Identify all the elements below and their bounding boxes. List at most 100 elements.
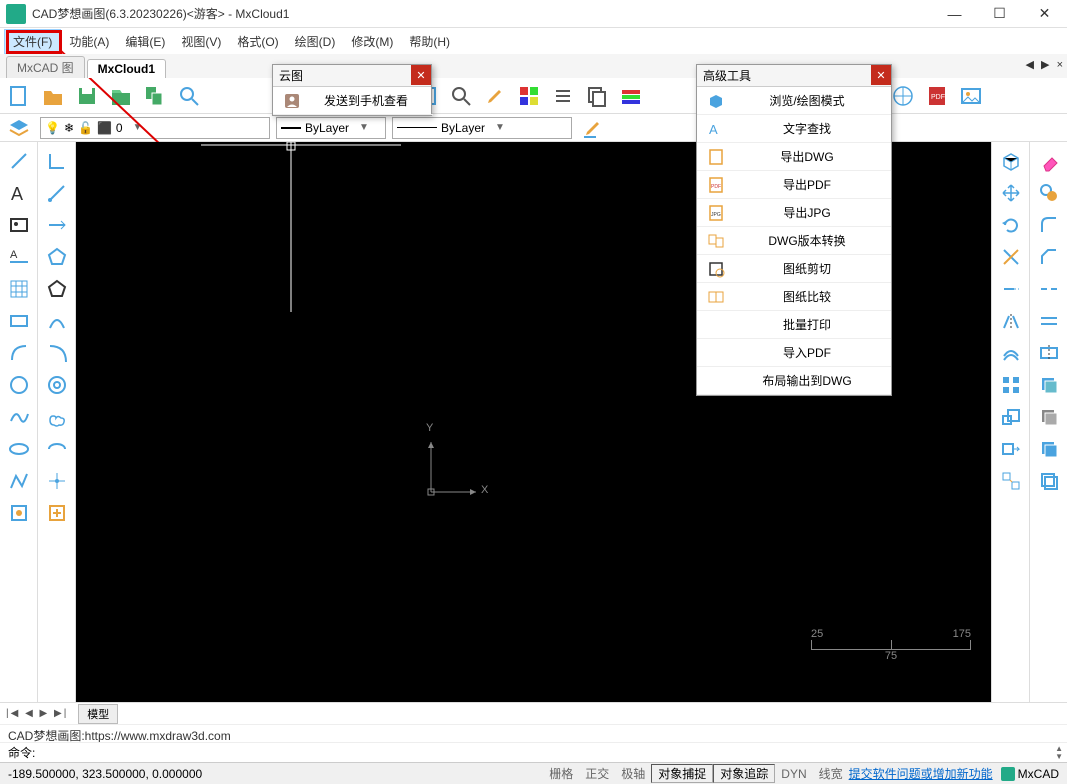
dimension-tool[interactable]: A	[4, 242, 34, 272]
cmd-scroll[interactable]: ▲▼	[1055, 745, 1063, 761]
insert-block-tool[interactable]	[42, 498, 72, 528]
adv-dwg-convert[interactable]: DWG版本转换	[697, 227, 891, 255]
layer-combo[interactable]: 💡❄🔓⬛ 0 ▼	[40, 117, 270, 139]
block-tool[interactable]	[4, 498, 34, 528]
point-tool[interactable]	[42, 466, 72, 496]
mirror-tool[interactable]	[996, 306, 1026, 336]
model-tab[interactable]: 模型	[78, 704, 118, 724]
erase-tool[interactable]	[1034, 146, 1064, 176]
cloud-menu-close[interactable]: ✕	[411, 65, 431, 85]
break-tool[interactable]	[1034, 274, 1064, 304]
revcloud-tool[interactable]	[42, 402, 72, 432]
adv-text-find[interactable]: A文字查找	[697, 115, 891, 143]
adv-export-jpg[interactable]: JPG导出JPG	[697, 199, 891, 227]
doc-tab-1[interactable]: MxCAD 图	[6, 56, 85, 78]
layer-manager-button[interactable]	[4, 113, 34, 143]
status-polar[interactable]: 极轴	[615, 765, 651, 782]
layers4-tool[interactable]	[1034, 466, 1064, 496]
layout-nav[interactable]: |◀ ◀ ▶ ▶|	[6, 708, 68, 719]
save-as-button[interactable]	[140, 81, 170, 111]
stretch-tool[interactable]	[996, 434, 1026, 464]
trim-tool[interactable]	[996, 242, 1026, 272]
ortho-line-tool[interactable]	[42, 146, 72, 176]
circle-tool[interactable]	[4, 370, 34, 400]
cloud-menu-send-phone[interactable]: 发送到手机查看	[273, 87, 433, 115]
status-grid[interactable]: 栅格	[543, 765, 579, 782]
move-tool[interactable]	[996, 178, 1026, 208]
arc2-tool[interactable]	[42, 306, 72, 336]
menu-edit[interactable]: 编辑(E)	[117, 30, 173, 53]
feedback-link[interactable]: 提交软件问题或增加新功能	[849, 765, 993, 782]
explode-tool[interactable]	[996, 466, 1026, 496]
status-lwt[interactable]: 线宽	[813, 765, 849, 782]
open-folder-button[interactable]	[106, 81, 136, 111]
adv-compare[interactable]: 图纸比较	[697, 283, 891, 311]
pdf-button[interactable]: PDF	[922, 81, 952, 111]
minimize-button[interactable]: —	[932, 0, 977, 28]
rotate-tool[interactable]	[996, 210, 1026, 240]
rect-tool[interactable]	[4, 306, 34, 336]
hatch-tool[interactable]	[4, 274, 34, 304]
array-tool[interactable]	[996, 370, 1026, 400]
text-tool[interactable]: A	[4, 178, 34, 208]
adv-export-dwg[interactable]: 导出DWG	[697, 143, 891, 171]
save-button[interactable]	[72, 81, 102, 111]
tabs-close[interactable]: ×	[1057, 59, 1063, 71]
adv-browse-draw-mode[interactable]: 浏览/绘图模式	[697, 87, 891, 115]
ray-tool[interactable]	[42, 210, 72, 240]
join-tool[interactable]	[1034, 306, 1064, 336]
tabs-scroll-right[interactable]: ▶	[1041, 59, 1049, 71]
angle-line-tool[interactable]	[42, 178, 72, 208]
globe-2-button[interactable]	[888, 81, 918, 111]
copy-tool[interactable]	[1034, 178, 1064, 208]
new-file-button[interactable]	[4, 81, 34, 111]
linetype-combo[interactable]: ByLayer▼	[276, 117, 386, 139]
adv-layout-dwg[interactable]: 布局输出到DWG	[697, 367, 891, 395]
maximize-button[interactable]: ☐	[977, 0, 1022, 28]
polygon-tool[interactable]	[42, 242, 72, 272]
lineweight-combo[interactable]: ByLayer▼	[392, 117, 572, 139]
color-picker-button[interactable]	[514, 81, 544, 111]
palette-button[interactable]	[616, 81, 646, 111]
find-button[interactable]	[174, 81, 204, 111]
fillet-tool[interactable]	[1034, 210, 1064, 240]
image-tool[interactable]	[4, 210, 34, 240]
copy-button[interactable]	[582, 81, 612, 111]
status-dyn[interactable]: DYN	[775, 767, 812, 781]
menu-format[interactable]: 格式(O)	[229, 30, 286, 53]
tabs-scroll-left[interactable]: ◀	[1026, 59, 1034, 71]
layers2-tool[interactable]	[1034, 402, 1064, 432]
list-button[interactable]	[548, 81, 578, 111]
spline-tool[interactable]	[4, 402, 34, 432]
status-otrack[interactable]: 对象追踪	[713, 764, 775, 783]
layers3-tool[interactable]	[1034, 434, 1064, 464]
doc-tab-2[interactable]: MxCloud1	[87, 59, 166, 78]
donut-tool[interactable]	[42, 370, 72, 400]
menu-func[interactable]: 功能(A)	[61, 30, 117, 53]
adv-export-pdf[interactable]: PDF导出PDF	[697, 171, 891, 199]
zoom-window-button[interactable]	[446, 81, 476, 111]
ellipse-tool[interactable]	[4, 434, 34, 464]
arc3-tool[interactable]	[42, 338, 72, 368]
command-input[interactable]	[35, 746, 1059, 760]
ellipse-arc-tool[interactable]	[42, 434, 72, 464]
polygon2-tool[interactable]	[42, 274, 72, 304]
edit-button[interactable]	[480, 81, 510, 111]
status-ortho[interactable]: 正交	[579, 765, 615, 782]
menu-view[interactable]: 视图(V)	[173, 30, 229, 53]
menu-draw[interactable]: 绘图(D)	[287, 30, 344, 53]
offset-tool[interactable]	[996, 338, 1026, 368]
open-file-button[interactable]	[38, 81, 68, 111]
menu-modify[interactable]: 修改(M)	[343, 30, 401, 53]
menu-help[interactable]: 帮助(H)	[401, 30, 458, 53]
adv-menu-close[interactable]: ✕	[871, 65, 891, 85]
adv-clip[interactable]: 图纸剪切	[697, 255, 891, 283]
layers-tool[interactable]	[1034, 370, 1064, 400]
chamfer-tool[interactable]	[1034, 242, 1064, 272]
align-tool[interactable]	[1034, 338, 1064, 368]
arc-tool[interactable]	[4, 338, 34, 368]
cube-tool[interactable]	[996, 146, 1026, 176]
line-tool[interactable]	[4, 146, 34, 176]
status-osnap[interactable]: 对象捕捉	[651, 764, 713, 783]
adv-import-pdf[interactable]: 导入PDF	[697, 339, 891, 367]
